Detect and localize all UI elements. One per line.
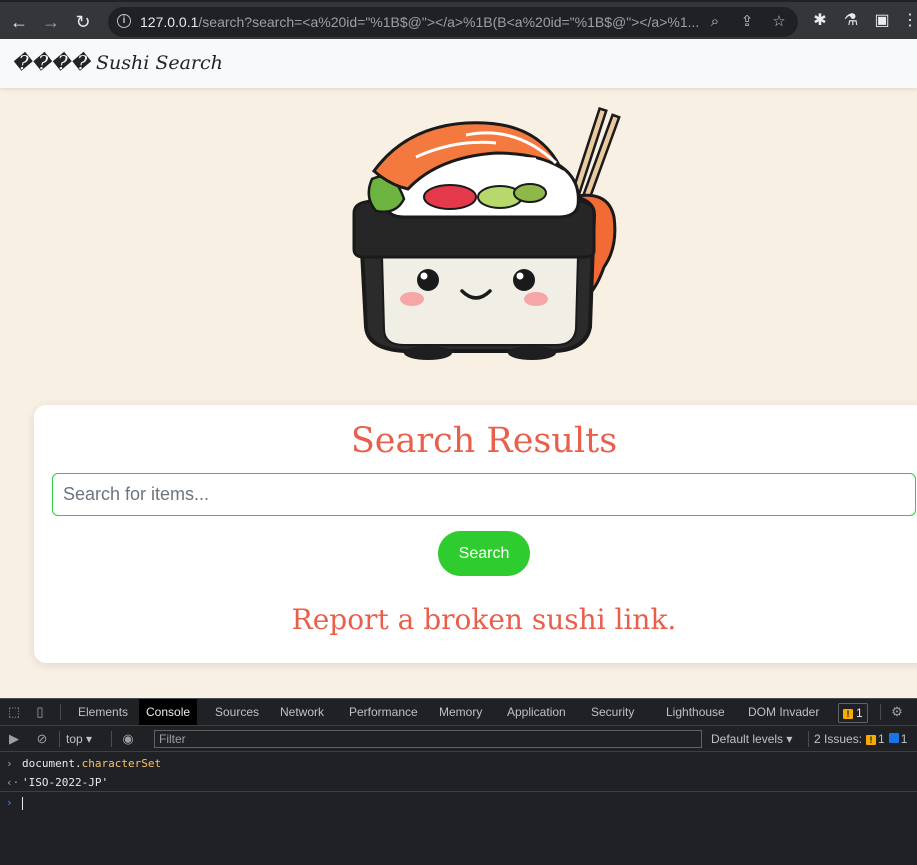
site-brand[interactable]: ���� Sushi Search (12, 52, 223, 74)
prompt-chevron-icon: › (6, 796, 13, 809)
info-message-icon (888, 733, 899, 743)
console-input-property: characterSet (81, 757, 162, 770)
toolbar-divider (59, 731, 60, 747)
console-result-line: ‹· 'ISO-2022-JP' (0, 773, 917, 792)
tab-memory[interactable]: Memory (432, 699, 489, 725)
report-broken-link[interactable]: Report a broken sushi link. (34, 603, 917, 636)
warning-icon: ! (866, 735, 877, 745)
issues-warn-count: 1 (878, 732, 885, 746)
device-toolbar-icon[interactable]: ▯ (32, 704, 48, 720)
issues-label: 2 Issues: (814, 732, 863, 746)
sidebar-toggle-icon[interactable]: ▶ (6, 731, 22, 747)
labs-flask-icon[interactable]: ⚗ (841, 11, 861, 31)
url-path: /search?search=<a%20id="%1B$@"></a>%1B(B… (198, 14, 700, 30)
issues-badge-count: 1 (856, 706, 863, 720)
warning-icon: ! (843, 709, 853, 719)
search-results-card: Search Results Search Report a broken su… (34, 405, 917, 663)
extensions-puzzle-icon[interactable]: ✱ (810, 11, 830, 31)
devtools-tabbar: ⬚ ▯ Elements Console Sources Network Per… (0, 699, 917, 726)
tab-console[interactable]: Console (139, 699, 198, 725)
search-input[interactable] (52, 473, 916, 516)
toolbar-divider (60, 704, 61, 720)
sushi-mascot-image (352, 106, 621, 360)
url-text[interactable]: 127.0.0.1/search?search=<a%20id="%1B$@">… (140, 7, 700, 37)
tab-lighthouse[interactable]: Lighthouse (659, 699, 732, 725)
side-panel-icon[interactable]: ▣ (872, 11, 892, 31)
reload-icon[interactable]: ↻ (71, 10, 95, 34)
clear-console-icon[interactable]: ⊘ (34, 731, 50, 747)
chevron-down-icon: ▾ (786, 732, 793, 746)
settings-gear-icon[interactable]: ⚙ (889, 704, 905, 720)
menu-icon[interactable]: ⋮ (900, 11, 917, 31)
forward-arrow-icon[interactable]: → (39, 10, 63, 34)
tab-dom-invader[interactable]: DOM Invader (741, 699, 826, 725)
log-levels-dropdown[interactable]: Default levels ▾ (711, 730, 792, 748)
site-navbar: ���� Sushi Search (0, 39, 917, 88)
tab-sources[interactable]: Sources (208, 699, 266, 725)
chevron-down-icon: ▾ (86, 732, 93, 746)
devtools-panel: ⬚ ▯ Elements Console Sources Network Per… (0, 698, 917, 864)
site-info-icon[interactable]: i (117, 14, 131, 28)
input-prompt-icon: › (6, 757, 13, 770)
console-toolbar: ▶ ⊘ top ▾ ◉ Default levels ▾ 2 Issues:!1… (0, 726, 917, 752)
console-input-line: › document.characterSet (0, 754, 917, 773)
text-caret (22, 796, 23, 810)
issues-info-count: 1 (900, 732, 908, 746)
share-icon[interactable]: ⇪ (738, 13, 756, 31)
browser-toolbar: ← → ↻ i 127.0.0.1/search?search=<a%20id=… (0, 0, 917, 39)
toolbar-divider (880, 704, 881, 720)
result-arrow-icon: ‹· (6, 776, 20, 789)
issues-badge[interactable]: ! 1 (838, 703, 868, 723)
live-expression-eye-icon[interactable]: ◉ (120, 731, 136, 747)
inspect-element-icon[interactable]: ⬚ (6, 704, 22, 720)
back-arrow-icon[interactable]: ← (7, 10, 31, 34)
tab-security[interactable]: Security (584, 699, 641, 725)
toolbar-divider (111, 731, 112, 747)
tab-elements[interactable]: Elements (71, 699, 135, 725)
address-bar[interactable]: i 127.0.0.1/search?search=<a%20id="%1B$@… (108, 7, 798, 37)
console-result-value: 'ISO-2022-JP' (22, 776, 109, 789)
context-value: top (66, 732, 83, 746)
issues-counter[interactable]: 2 Issues:! 1 1 (814, 730, 907, 748)
console-input-object: document (22, 757, 75, 770)
context-selector[interactable]: top ▾ (66, 730, 92, 748)
tab-application[interactable]: Application (500, 699, 573, 725)
log-levels-label: Default levels (711, 732, 784, 746)
page-viewport: ���� Sushi Search Search Results Search … (0, 39, 917, 698)
url-host: 127.0.0.1 (140, 14, 199, 30)
tab-network[interactable]: Network (273, 699, 331, 725)
console-prompt[interactable]: › (0, 793, 917, 812)
bookmark-star-icon[interactable]: ☆ (770, 13, 788, 31)
toolbar-divider (808, 731, 809, 747)
console-filter-input[interactable] (154, 730, 702, 748)
tab-performance[interactable]: Performance (342, 699, 425, 725)
search-button[interactable]: Search (438, 531, 530, 576)
search-results-heading: Search Results (350, 421, 618, 461)
zoom-icon[interactable]: ⌕ (706, 13, 724, 31)
console-output: › document.characterSet ‹· 'ISO-2022-JP'… (0, 753, 917, 865)
